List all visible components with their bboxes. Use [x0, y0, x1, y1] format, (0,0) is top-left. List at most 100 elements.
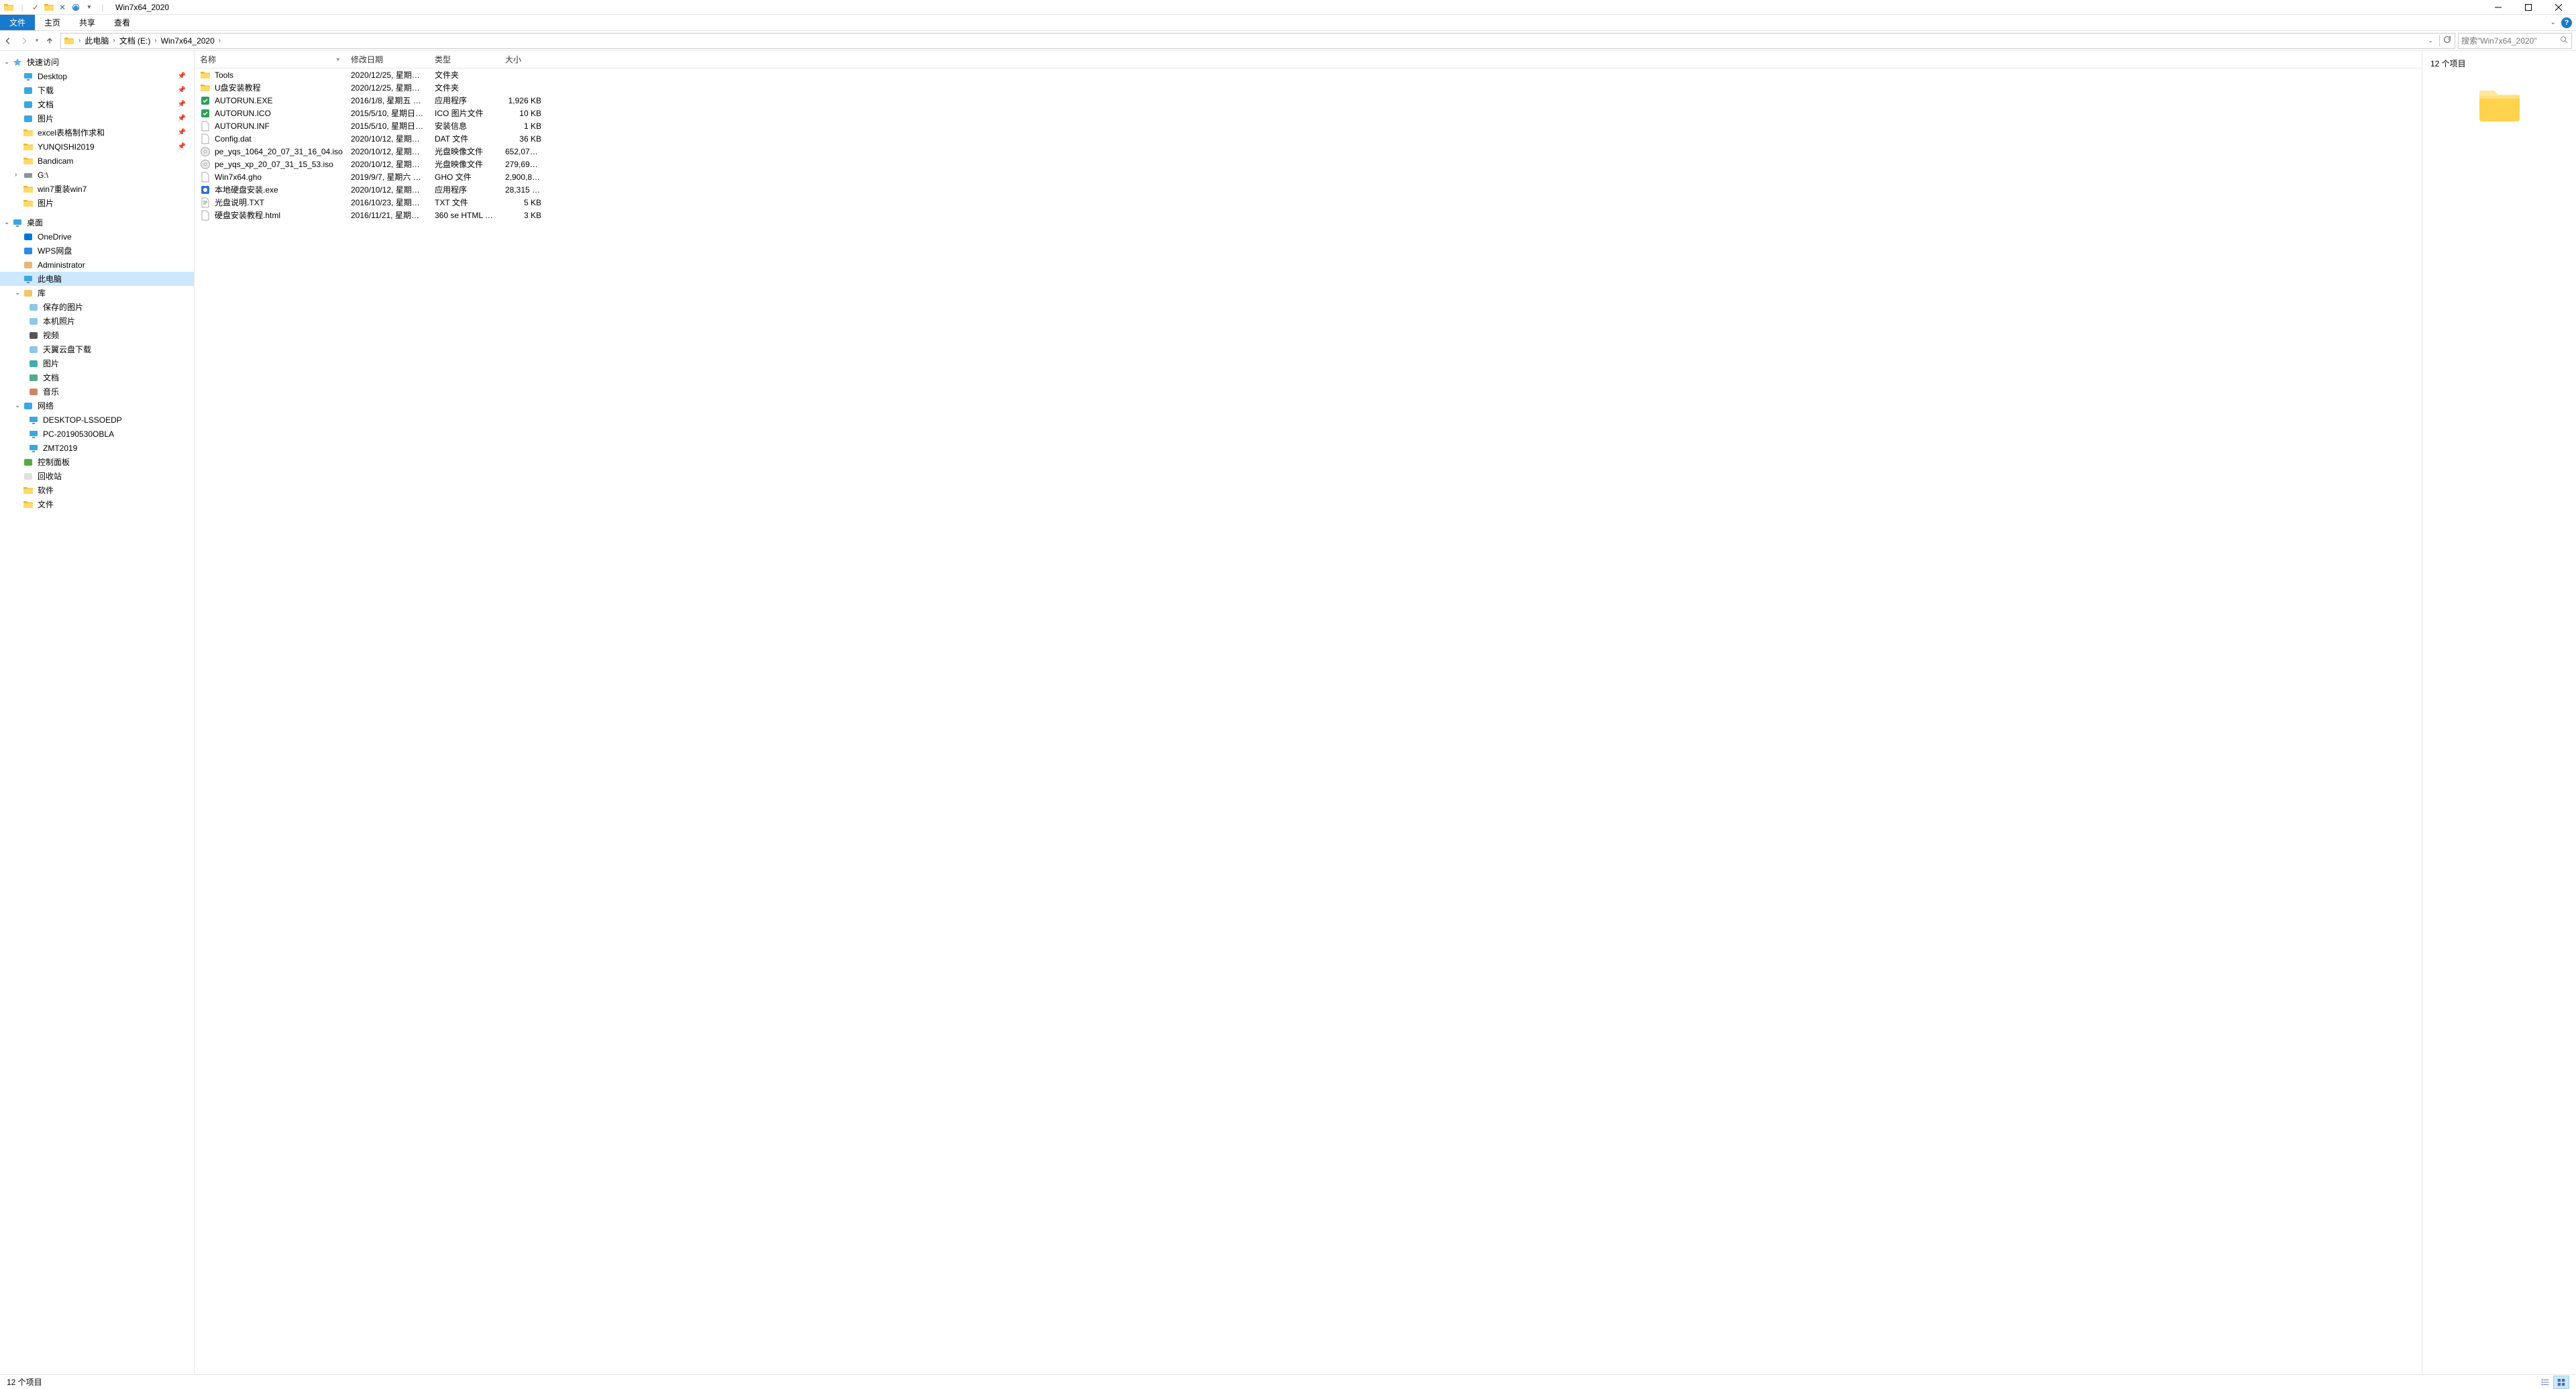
- sidebar-item[interactable]: 此电脑: [0, 272, 194, 286]
- sidebar-item[interactable]: 保存的图片: [0, 300, 194, 314]
- maximize-button[interactable]: [2513, 1, 2543, 14]
- library-icon: [23, 288, 34, 299]
- file-row[interactable]: AUTORUN.INF2015/5/10, 星期日 02...安装信息1 KB: [195, 119, 2422, 132]
- breadcrumb-item[interactable]: Win7x64_2020: [161, 36, 215, 46]
- forward-button[interactable]: [16, 33, 32, 49]
- expander-icon[interactable]: ⌄: [4, 219, 12, 226]
- delete-qat-icon[interactable]: ✕: [56, 1, 68, 13]
- file-row[interactable]: Tools2020/12/25, 星期五 1...文件夹: [195, 68, 2422, 81]
- sidebar-item[interactable]: ⌄快速访问: [0, 55, 194, 69]
- file-row[interactable]: Config.dat2020/10/12, 星期一 1...DAT 文件36 K…: [195, 132, 2422, 145]
- help-icon[interactable]: ?: [2561, 17, 2572, 28]
- sidebar-item[interactable]: 文档📌: [0, 97, 194, 111]
- sidebar-item[interactable]: 回收站: [0, 469, 194, 483]
- sidebar-item-label: 音乐: [43, 386, 59, 397]
- sidebar-item[interactable]: ZMT2019: [0, 441, 194, 455]
- sidebar-item[interactable]: 图片: [0, 196, 194, 210]
- file-row[interactable]: 本地硬盘安装.exe2020/10/12, 星期一 1...应用程序28,315…: [195, 183, 2422, 196]
- tab-home[interactable]: 主页: [35, 15, 70, 30]
- sidebar-item[interactable]: 视频: [0, 328, 194, 342]
- sidebar-item[interactable]: 本机照片: [0, 314, 194, 328]
- sidebar-item-label: 图片: [38, 197, 54, 209]
- column-type[interactable]: 类型: [429, 54, 500, 65]
- sidebar-item[interactable]: OneDrive: [0, 229, 194, 244]
- sidebar-item[interactable]: ⌄库: [0, 286, 194, 300]
- file-row[interactable]: 光盘说明.TXT2016/10/23, 星期日 0...TXT 文件5 KB: [195, 196, 2422, 209]
- sidebar-item[interactable]: 音乐: [0, 384, 194, 399]
- sidebar-item[interactable]: 控制面板: [0, 455, 194, 469]
- breadcrumb-chevron-icon[interactable]: ›: [113, 37, 115, 44]
- breadcrumb-item[interactable]: 此电脑: [85, 35, 109, 46]
- view-icons-button[interactable]: [2553, 1376, 2569, 1389]
- close-button[interactable]: [2543, 1, 2573, 14]
- sidebar-item[interactable]: DESKTOP-LSSOEDP: [0, 413, 194, 427]
- address-dropdown-icon[interactable]: ⌄: [2424, 37, 2436, 44]
- sidebar-item[interactable]: 软件: [0, 483, 194, 497]
- ie-qat-icon[interactable]: [70, 1, 82, 13]
- breadcrumb[interactable]: › 此电脑 › 文档 (E:) › Win7x64_2020 › ⌄: [60, 33, 2455, 49]
- file-date: 2016/10/23, 星期日 0...: [345, 197, 429, 208]
- up-button[interactable]: [42, 33, 58, 49]
- folder-qat-icon[interactable]: [3, 1, 15, 13]
- file-name: Config.dat: [215, 134, 252, 144]
- expander-icon[interactable]: ⌄: [15, 289, 23, 297]
- folder-qat-icon-2[interactable]: [43, 1, 55, 13]
- tab-view[interactable]: 查看: [105, 15, 140, 30]
- sidebar-item[interactable]: Bandicam: [0, 154, 194, 168]
- sidebar-item[interactable]: 图片📌: [0, 111, 194, 125]
- sidebar-item[interactable]: ⌄桌面: [0, 215, 194, 229]
- sidebar-item[interactable]: Administrator: [0, 258, 194, 272]
- breadcrumb-item[interactable]: 文档 (E:): [119, 35, 151, 46]
- search-icon[interactable]: [2559, 35, 2569, 46]
- sidebar-item[interactable]: ⌄网络: [0, 399, 194, 413]
- sidebar-item[interactable]: 天翼云盘下载: [0, 342, 194, 356]
- chevron-down-icon[interactable]: ⌄: [2551, 19, 2556, 26]
- expander-icon[interactable]: ⌄: [4, 58, 12, 66]
- tab-share[interactable]: 共享: [70, 15, 105, 30]
- column-name[interactable]: 名称▾: [195, 54, 345, 65]
- sidebar-item[interactable]: WPS网盘: [0, 244, 194, 258]
- back-button[interactable]: [0, 33, 16, 49]
- file-size: 2,900,813...: [500, 172, 547, 182]
- sidebar-item[interactable]: Desktop📌: [0, 69, 194, 83]
- history-dropdown[interactable]: ▾: [32, 33, 42, 49]
- file-row[interactable]: U盘安装教程2020/12/25, 星期五 1...文件夹: [195, 81, 2422, 94]
- sidebar-item[interactable]: win7重装win7: [0, 182, 194, 196]
- lib-video-icon: [28, 330, 39, 341]
- search-input[interactable]: 搜索"Win7x64_2020": [2458, 33, 2572, 49]
- sidebar-item[interactable]: 文件: [0, 497, 194, 511]
- file-row[interactable]: 硬盘安装教程.html2016/11/21, 星期一 2...360 se HT…: [195, 209, 2422, 221]
- file-row[interactable]: Win7x64.gho2019/9/7, 星期六 19:...GHO 文件2,9…: [195, 170, 2422, 183]
- qat-dropdown-icon[interactable]: ▼: [83, 1, 95, 13]
- breadcrumb-chevron-icon[interactable]: ›: [219, 37, 221, 44]
- view-details-button[interactable]: [2537, 1376, 2553, 1389]
- sidebar-item[interactable]: 下载📌: [0, 83, 194, 97]
- column-size[interactable]: 大小: [500, 54, 547, 65]
- cpanel-icon: [23, 457, 34, 468]
- sidebar-item[interactable]: excel表格制作求和📌: [0, 125, 194, 140]
- sidebar-item[interactable]: PC-20190530OBLA: [0, 427, 194, 441]
- expander-icon[interactable]: ⌄: [15, 402, 23, 409]
- file-row[interactable]: pe_yqs_1064_20_07_31_16_04.iso2020/10/12…: [195, 145, 2422, 158]
- file-list[interactable]: 名称▾ 修改日期 类型 大小 Tools2020/12/25, 星期五 1...…: [195, 51, 2422, 1374]
- file-size: 3 KB: [500, 211, 547, 220]
- expander-icon[interactable]: ›: [15, 171, 23, 178]
- navigation-pane[interactable]: ⌄快速访问Desktop📌下载📌文档📌图片📌excel表格制作求和📌YUNQIS…: [0, 51, 195, 1374]
- refresh-icon[interactable]: [2439, 35, 2452, 46]
- file-row[interactable]: pe_yqs_xp_20_07_31_15_53.iso2020/10/12, …: [195, 158, 2422, 170]
- minimize-button[interactable]: [2483, 1, 2513, 14]
- column-date[interactable]: 修改日期: [345, 54, 429, 65]
- check-qat-icon[interactable]: ✓: [30, 1, 42, 13]
- breadcrumb-root-icon[interactable]: [64, 36, 74, 46]
- sidebar-item[interactable]: 图片: [0, 356, 194, 370]
- file-date: 2020/12/25, 星期五 1...: [345, 69, 429, 81]
- file-row[interactable]: AUTORUN.EXE2016/1/8, 星期五 04:...应用程序1,926…: [195, 94, 2422, 107]
- breadcrumb-chevron-icon[interactable]: ›: [154, 37, 156, 44]
- sidebar-item[interactable]: 文档: [0, 370, 194, 384]
- sidebar-item-label: WPS网盘: [38, 245, 72, 256]
- tab-file[interactable]: 文件: [0, 15, 35, 30]
- file-row[interactable]: AUTORUN.ICO2015/5/10, 星期日 02...ICO 图片文件1…: [195, 107, 2422, 119]
- sidebar-item[interactable]: ›G:\: [0, 168, 194, 182]
- breadcrumb-chevron-icon[interactable]: ›: [78, 37, 80, 44]
- sidebar-item[interactable]: YUNQISHI2019📌: [0, 140, 194, 154]
